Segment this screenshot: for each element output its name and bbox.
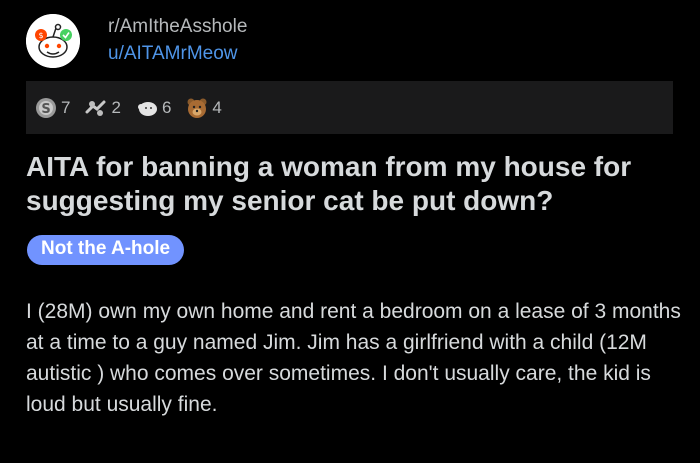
post-body: I (28M) own my own home and rent a bedro…: [26, 300, 681, 416]
snoo-icon: $: [26, 14, 80, 68]
post-flair[interactable]: Not the A-hole: [27, 235, 185, 265]
wholesome-award-icon: [137, 101, 157, 116]
award-helpful-count: 2: [111, 97, 121, 117]
award-helpful[interactable]: 2: [84, 96, 121, 120]
subreddit-avatar[interactable]: $: [26, 14, 80, 68]
author-username[interactable]: u/AITAMrMeow: [108, 41, 247, 67]
post-title[interactable]: AITA for banning a woman from my house f…: [26, 150, 686, 218]
svg-text:S: S: [41, 102, 50, 117]
award-silver[interactable]: S 7: [34, 96, 70, 120]
award-wholesome[interactable]: 6: [135, 96, 171, 120]
award-bear[interactable]: 4: [185, 96, 222, 120]
award-wholesome-count: 6: [161, 97, 172, 117]
award-silver-count: 7: [61, 97, 71, 117]
bear-award-icon: [187, 98, 207, 118]
post-header: $ r/AmItheAsshole u/AITAMrMeow: [26, 14, 247, 68]
awards-bar[interactable]: S 7 2 6 4: [26, 81, 673, 134]
award-bear-count: 4: [212, 97, 222, 117]
helpful-award-icon: [85, 100, 106, 116]
subreddit-name[interactable]: r/AmItheAsshole: [108, 15, 247, 39]
svg-text:$: $: [38, 31, 43, 40]
silver-award-icon: S: [36, 97, 56, 118]
